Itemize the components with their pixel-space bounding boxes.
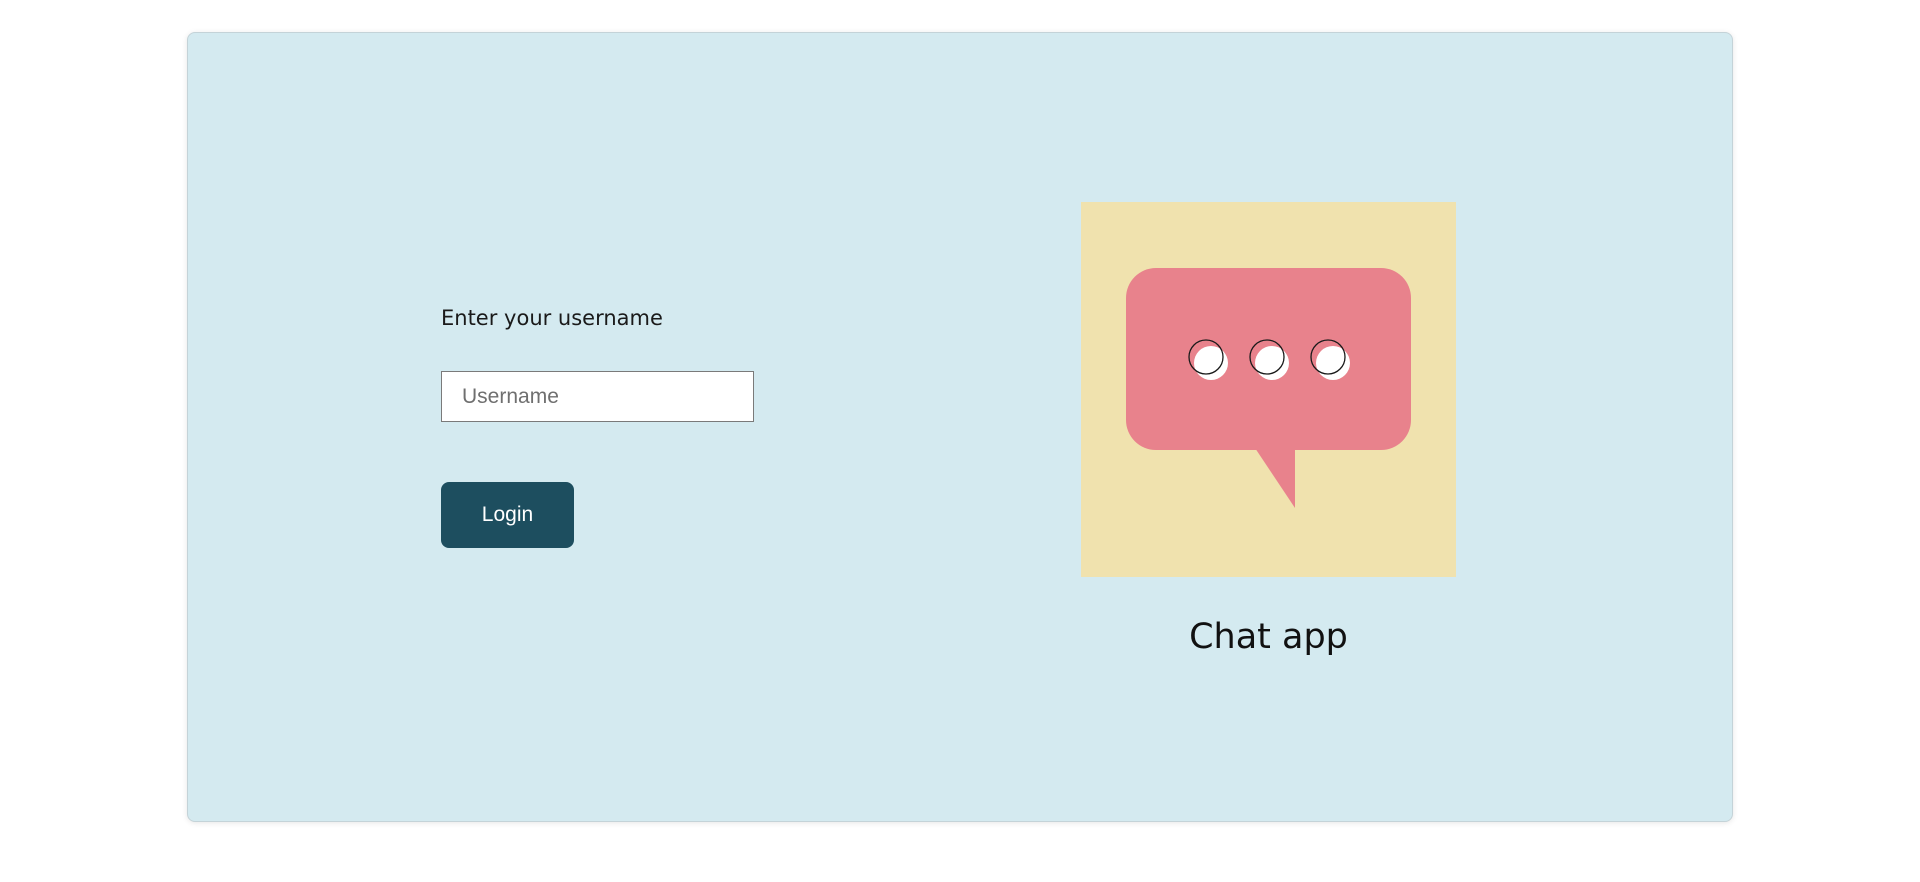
login-button[interactable]: Login: [441, 482, 574, 548]
login-card: Enter your username Login Chat app: [187, 32, 1733, 822]
app-title: Chat app: [1189, 617, 1348, 657]
chat-bubble-icon: [1081, 202, 1456, 577]
username-input[interactable]: [441, 371, 754, 422]
username-label: Enter your username: [441, 306, 663, 330]
